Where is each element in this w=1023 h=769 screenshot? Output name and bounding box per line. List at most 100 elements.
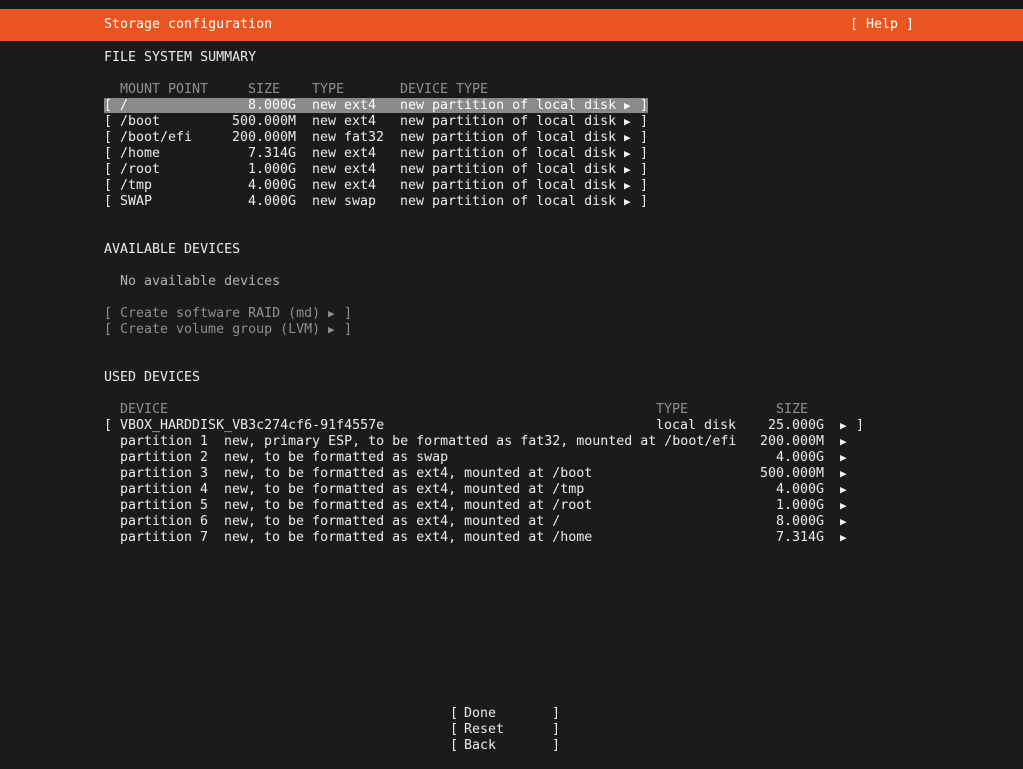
mount-point-cell: /tmp <box>120 178 153 193</box>
size-cell: 200.000M <box>231 130 296 145</box>
partition-name: partition 2 <box>120 450 209 465</box>
size-cell: 4.000G <box>247 178 296 193</box>
installer-screen: Storage configuration [ Help ] FILE SYST… <box>0 0 1023 769</box>
used-devices-heading: USED DEVICES <box>104 370 201 385</box>
type-cell: new ext4 <box>312 146 377 161</box>
open-bracket: [ <box>104 130 113 145</box>
size-cell: 8.000G <box>247 98 296 113</box>
fs-summary-row[interactable]: [/tmp 4.000G new ext4 new partition of loca… <box>0 178 1023 194</box>
fs-summary-row[interactable]: [SWAP 4.000G new swap new partition of loca… <box>0 194 1023 210</box>
back-button[interactable]: [ Back ] <box>0 738 1023 754</box>
fs-summary-row[interactable]: [/root 1.000G new ext4 new partition of loc… <box>0 162 1023 178</box>
mount-point-cell: SWAP <box>120 194 153 209</box>
open-bracket: [ <box>104 322 113 337</box>
open-bracket: [ <box>104 114 113 129</box>
done-button[interactable]: [ Done ] <box>0 706 1023 722</box>
chevron-right-icon: ▶ <box>624 131 631 144</box>
partition-row[interactable]: partition 4 new, to be formatted as ext4,… <box>0 482 1023 498</box>
chevron-right-icon: ▶ <box>624 163 631 176</box>
done-label: Done <box>464 706 497 721</box>
partition-row[interactable]: partition 1 new, primary ESP, to be forma… <box>0 434 1023 450</box>
close-bracket: ] <box>640 130 649 145</box>
mount-point-cell: /boot <box>120 114 161 129</box>
partition-size: 8.000G <box>775 514 824 529</box>
type-cell: new ext4 <box>312 98 377 113</box>
col-size: SIZE <box>248 82 281 97</box>
partition-name: partition 5 <box>120 498 209 513</box>
create-raid-button[interactable]: [ Create software RAID (md) ▶ ] <box>0 306 1023 322</box>
create-lvm-button[interactable]: [ Create volume group (LVM) ▶ ] <box>0 322 1023 338</box>
col-type: TYPE <box>656 402 689 417</box>
reset-label: Reset <box>464 722 505 737</box>
partition-description: new, to be formatted as ext4, mounted at… <box>224 530 593 545</box>
close-bracket: ] <box>856 418 865 433</box>
chevron-right-icon: ▶ <box>840 451 847 464</box>
device-type-cell: new partition of local disk <box>400 162 617 177</box>
fs-summary-row[interactable]: [/boot 500.000M new ext4 new partition of l… <box>0 114 1023 130</box>
close-bracket: ] <box>344 322 353 337</box>
partition-size: 1.000G <box>775 498 824 513</box>
fs-summary-row[interactable]: [/ 8.000G new ext4 new partition of local d… <box>0 98 1023 114</box>
open-bracket: [ <box>450 722 459 737</box>
page-title: Storage configuration <box>104 17 273 32</box>
available-devices-heading: AVAILABLE DEVICES <box>104 242 241 257</box>
partition-row[interactable]: partition 3 new, to be formatted as ext4,… <box>0 466 1023 482</box>
reset-button[interactable]: [ Reset ] <box>0 722 1023 738</box>
col-device: DEVICE <box>120 402 169 417</box>
open-bracket: [ <box>450 706 459 721</box>
partition-description: new, to be formatted as ext4, mounted at… <box>224 466 593 481</box>
disk-row[interactable]: [ VBOX_HARDDISK_VB3c274cf6-91f4557e loca… <box>0 418 1023 434</box>
close-bracket: ] <box>552 706 561 721</box>
close-bracket: ] <box>640 114 649 129</box>
partition-size: 4.000G <box>775 482 824 497</box>
chevron-right-icon: ▶ <box>840 515 847 528</box>
open-bracket: [ <box>104 306 113 321</box>
fs-summary-row[interactable]: [/home 7.314G new ext4 new partition of loc… <box>0 146 1023 162</box>
title-bar: Storage configuration [ Help ] <box>0 9 1023 41</box>
close-bracket: ] <box>344 306 353 321</box>
type-cell: new fat32 <box>312 130 385 145</box>
device-type-cell: new partition of local disk <box>400 146 617 161</box>
partition-description: new, to be formatted as swap <box>224 450 449 465</box>
chevron-right-icon: ▶ <box>624 99 631 112</box>
partition-description: new, primary ESP, to be formatted as fat… <box>224 434 737 449</box>
partition-size: 500.000M <box>759 466 824 481</box>
partition-description: new, to be formatted as ext4, mounted at… <box>224 498 593 513</box>
chevron-right-icon: ▶ <box>624 179 631 192</box>
partition-name: partition 6 <box>120 514 209 529</box>
open-bracket: [ <box>104 98 113 113</box>
device-type-cell: new partition of local disk <box>400 194 617 209</box>
help-button[interactable]: [ Help ] <box>850 17 914 33</box>
device-type-cell: new partition of local disk <box>400 114 617 129</box>
size-cell: 4.000G <box>247 194 296 209</box>
close-bracket: ] <box>640 98 649 113</box>
partition-name: partition 4 <box>120 482 209 497</box>
partition-row[interactable]: partition 7 new, to be formatted as ext4,… <box>0 530 1023 546</box>
open-bracket: [ <box>104 178 113 193</box>
size-cell: 7.314G <box>247 146 296 161</box>
mount-point-cell: /boot/efi <box>120 130 193 145</box>
close-bracket: ] <box>552 738 561 753</box>
col-device-type: DEVICE TYPE <box>400 82 489 97</box>
partition-size: 200.000M <box>759 434 824 449</box>
type-cell: new ext4 <box>312 162 377 177</box>
partition-row[interactable]: partition 2 new, to be formatted as swap 4… <box>0 450 1023 466</box>
partition-size: 7.314G <box>775 530 824 545</box>
chevron-right-icon: ▶ <box>328 307 335 320</box>
chevron-right-icon: ▶ <box>840 435 847 448</box>
partition-row[interactable]: partition 5 new, to be formatted as ext4,… <box>0 498 1023 514</box>
open-bracket: [ <box>104 146 113 161</box>
disk-size: 25.000G <box>767 418 824 433</box>
chevron-right-icon: ▶ <box>840 467 847 480</box>
chevron-right-icon: ▶ <box>624 195 631 208</box>
type-cell: new ext4 <box>312 114 377 129</box>
open-bracket: [ <box>104 162 113 177</box>
close-bracket: ] <box>640 178 649 193</box>
fs-summary-row[interactable]: [/boot/efi 200.000M new fat32 new partition… <box>0 130 1023 146</box>
chevron-right-icon: ▶ <box>624 147 631 160</box>
type-cell: new swap <box>312 194 377 209</box>
back-label: Back <box>464 738 497 753</box>
chevron-right-icon: ▶ <box>624 115 631 128</box>
partition-row[interactable]: partition 6 new, to be formatted as ext4,… <box>0 514 1023 530</box>
disk-name: VBOX_HARDDISK_VB3c274cf6-91f4557e <box>120 418 385 433</box>
